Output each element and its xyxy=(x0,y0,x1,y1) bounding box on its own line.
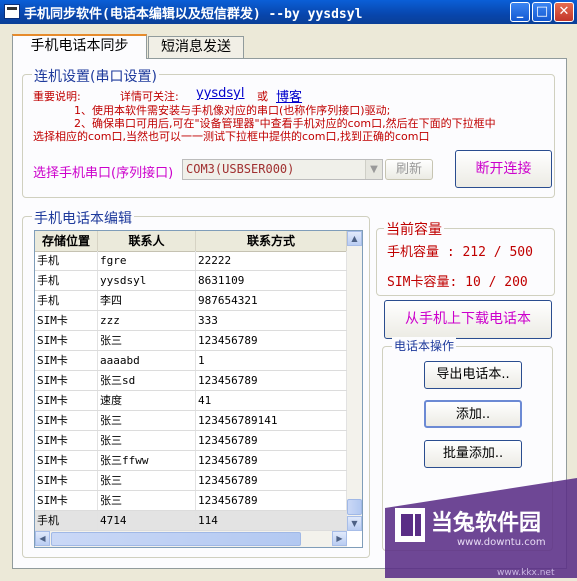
cell-contact: 张三sd xyxy=(98,371,196,390)
cell-phone: 123456789 xyxy=(196,371,347,390)
cell-phone: 123456789 xyxy=(196,331,347,350)
table-row[interactable]: SIM卡 张三 123456789 xyxy=(35,491,347,511)
yysdsyl-link[interactable]: yysdsyl xyxy=(196,86,245,101)
cell-phone: 123456789 xyxy=(196,431,347,450)
cell-phone: 123456789 xyxy=(196,471,347,490)
cell-phone: 123456789 xyxy=(196,491,347,510)
scroll-right-icon[interactable]: ▶ xyxy=(332,531,347,546)
minimize-button[interactable]: _ xyxy=(510,2,530,22)
table-row[interactable]: SIM卡 aaaabd 1 xyxy=(35,351,347,371)
cell-phone: 114 xyxy=(196,511,347,530)
cell-phone: 987654321 xyxy=(196,291,347,310)
table-row[interactable]: SIM卡 张三 123456789 xyxy=(35,331,347,351)
watermark-url-2: www.kkx.net xyxy=(497,568,555,578)
download-phonebook-button[interactable]: 从手机上下载电话本 xyxy=(384,300,552,339)
port-select-value: COM3(USBSER000) xyxy=(186,162,295,176)
phonebook-group-title: 手机电话本编辑 xyxy=(32,208,134,228)
window-title: 手机同步软件(电话本编辑以及短信群发) --by yysdsyl xyxy=(24,7,363,22)
cell-storage: SIM卡 xyxy=(35,391,98,410)
scroll-up-icon[interactable]: ▲ xyxy=(347,231,362,246)
cell-contact: 张三 xyxy=(98,491,196,510)
operations-group-title: 电话本操作 xyxy=(392,337,457,354)
port-label: 选择手机串口(序列接口) xyxy=(33,166,174,181)
horizontal-scrollbar[interactable]: ◀ ▶ xyxy=(35,531,347,547)
chevron-down-icon[interactable]: ▼ xyxy=(365,160,382,179)
phone-capacity: 手机容量 : 212 / 500 xyxy=(387,245,533,260)
horizontal-scroll-thumb[interactable] xyxy=(51,532,301,546)
cell-phone: 123456789 xyxy=(196,451,347,470)
maximize-button[interactable]: □ xyxy=(532,2,552,22)
watermark-url: www.downtu.com xyxy=(457,537,546,548)
column-header-contact[interactable]: 联系人 xyxy=(98,231,196,251)
tab-sms-send[interactable]: 短消息发送 xyxy=(148,36,244,58)
table-row[interactable]: 手机 4714 114 xyxy=(35,511,347,531)
sim-capacity: SIM卡容量: 10 / 200 xyxy=(387,275,528,290)
cell-storage: SIM卡 xyxy=(35,471,98,490)
disconnect-button[interactable]: 断开连接 xyxy=(455,150,552,188)
table-row[interactable]: 手机 李四 987654321 xyxy=(35,291,347,311)
table-header: 存储位置 联系人 联系方式 xyxy=(35,231,347,252)
refresh-button[interactable]: 刷新 xyxy=(385,159,433,180)
cell-storage: SIM卡 xyxy=(35,431,98,450)
cell-storage: 手机 xyxy=(35,271,98,290)
cell-storage: SIM卡 xyxy=(35,331,98,350)
table-row[interactable]: SIM卡 张三ffww 123456789 xyxy=(35,451,347,471)
cell-contact: yysdsyl xyxy=(98,271,196,290)
cell-contact: 速度 xyxy=(98,391,196,410)
scroll-down-icon[interactable]: ▼ xyxy=(347,516,362,531)
cell-contact: 张三 xyxy=(98,331,196,350)
title-bar: 手机同步软件(电话本编辑以及短信群发) --by yysdsyl _ □ ✕ xyxy=(0,0,577,24)
watermark-brand: 当兔软件园 xyxy=(431,510,541,536)
close-button[interactable]: ✕ xyxy=(554,2,574,22)
cell-storage: SIM卡 xyxy=(35,371,98,390)
cell-phone: 123456789141 xyxy=(196,411,347,430)
table-row[interactable]: SIM卡 张三sd 123456789 xyxy=(35,371,347,391)
add-contact-button[interactable]: 添加.. xyxy=(424,400,522,428)
capacity-group-title: 当前容量 xyxy=(384,219,444,239)
cell-contact: fgre xyxy=(98,251,196,270)
export-phonebook-button[interactable]: 导出电话本.. xyxy=(424,361,522,389)
table-row[interactable]: SIM卡 张三 123456789141 xyxy=(35,411,347,431)
cell-storage: SIM卡 xyxy=(35,491,98,510)
table-row[interactable]: SIM卡 张三 123456789 xyxy=(35,471,347,491)
cell-storage: SIM卡 xyxy=(35,411,98,430)
cell-contact: 张三 xyxy=(98,431,196,450)
batch-add-button[interactable]: 批量添加.. xyxy=(424,440,522,468)
cell-phone: 8631109 xyxy=(196,271,347,290)
table-row[interactable]: 手机 fgre 22222 xyxy=(35,251,347,271)
cell-phone: 1 xyxy=(196,351,347,370)
cell-phone: 22222 xyxy=(196,251,347,270)
cell-contact: zzz xyxy=(98,311,196,330)
table-row[interactable]: SIM卡 张三 123456789 xyxy=(35,431,347,451)
scroll-left-icon[interactable]: ◀ xyxy=(35,531,50,546)
cell-storage: SIM卡 xyxy=(35,311,98,330)
cell-contact: aaaabd xyxy=(98,351,196,370)
cell-phone: 41 xyxy=(196,391,347,410)
cell-storage: 手机 xyxy=(35,251,98,270)
cell-contact: 张三 xyxy=(98,471,196,490)
vertical-scroll-thumb[interactable] xyxy=(347,499,362,515)
cell-contact: 张三 xyxy=(98,411,196,430)
cell-contact: 李四 xyxy=(98,291,196,310)
cell-contact: 张三ffww xyxy=(98,451,196,470)
watermark-logo: 当兔软件园 www.downtu.com www.kkx.net xyxy=(385,478,577,578)
table-row[interactable]: SIM卡 速度 41 xyxy=(35,391,347,411)
connection-group-title: 连机设置(串口设置) xyxy=(32,66,159,86)
table-row[interactable]: 手机 yysdsyl 8631109 xyxy=(35,271,347,291)
column-header-phone[interactable]: 联系方式 xyxy=(196,231,347,251)
column-header-storage[interactable]: 存储位置 xyxy=(35,231,98,251)
cell-contact: 4714 xyxy=(98,511,196,530)
cell-phone: 333 xyxy=(196,311,347,330)
table-row[interactable]: SIM卡 zzz 333 xyxy=(35,311,347,331)
cell-storage: 手机 xyxy=(35,291,98,310)
cell-storage: 手机 xyxy=(35,511,98,530)
port-select[interactable]: COM3(USBSER000) ▼ xyxy=(182,159,383,180)
phonebook-table[interactable]: 存储位置 联系人 联系方式 手机 fgre 22222 手机 yysdsyl 863110… xyxy=(34,230,363,548)
vertical-scrollbar[interactable]: ▲ ▼ xyxy=(347,231,362,531)
tab-phonebook-sync[interactable]: 手机电话本同步 xyxy=(12,34,147,59)
cell-storage: SIM卡 xyxy=(35,451,98,470)
cell-storage: SIM卡 xyxy=(35,351,98,370)
app-icon xyxy=(4,4,20,19)
note-line-3: 选择相应的com口,当然也可以一一测试下拉框中提供的com口,找到正确的com口 xyxy=(33,130,430,143)
